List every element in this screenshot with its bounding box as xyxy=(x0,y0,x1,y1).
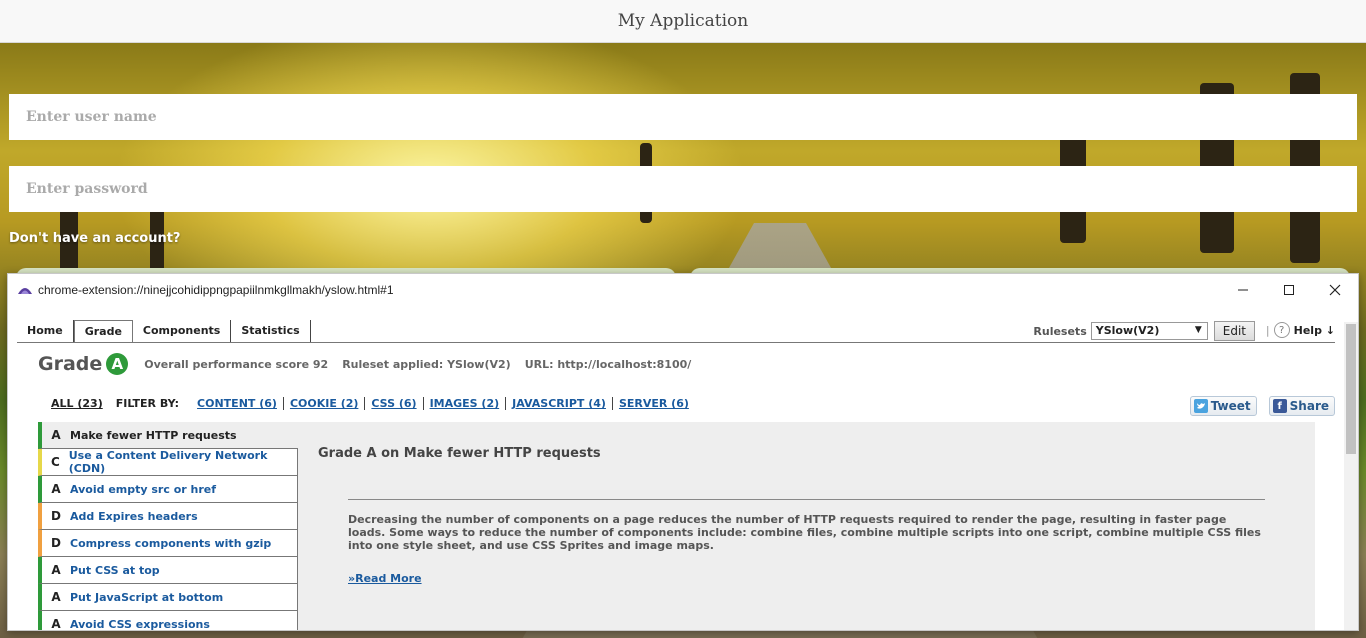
help-label: Help ↓ xyxy=(1293,323,1335,337)
filter-content[interactable]: CONTENT (6) xyxy=(191,397,284,410)
twitter-bird-icon xyxy=(1193,399,1208,413)
yslow-app-icon xyxy=(18,288,32,294)
detail-description: Decreasing the number of components on a… xyxy=(348,513,1261,552)
rule-item-cdn[interactable]: C Use a Content Delivery Network (CDN) xyxy=(38,449,298,476)
rulesets-label: Rulesets xyxy=(1033,324,1087,338)
rule-label: Avoid CSS expressions xyxy=(70,617,210,631)
maximize-button[interactable] xyxy=(1266,274,1312,306)
social-buttons: Tweet f Share xyxy=(1189,396,1335,416)
tab-statistics[interactable]: Statistics xyxy=(231,320,311,343)
rule-label: Compress components with gzip xyxy=(70,536,272,550)
yslow-tabs: Home Grade Components Statistics xyxy=(17,320,311,343)
tab-components[interactable]: Components xyxy=(132,320,232,343)
grade-summary: Grade A Overall performance score 92 Rul… xyxy=(38,353,705,375)
filter-css[interactable]: CSS (6) xyxy=(365,397,424,410)
filter-all[interactable]: ALL (23) xyxy=(51,397,103,410)
scrollbar-thumb[interactable] xyxy=(1346,324,1356,454)
yslow-panel: Home Grade Components Statistics Ruleset… xyxy=(17,314,1335,631)
share-label: Share xyxy=(1289,399,1329,413)
tweet-label: Tweet xyxy=(1210,399,1251,413)
rule-grade: C xyxy=(50,455,60,469)
rule-label: Add Expires headers xyxy=(70,509,198,523)
rule-grade: D xyxy=(51,536,61,550)
app-title: My Application xyxy=(617,11,749,31)
rule-item-gzip[interactable]: D Compress components with gzip xyxy=(38,530,298,557)
ruleset-value: YSlow(V2) xyxy=(1095,324,1160,337)
rule-item-css-expressions[interactable]: A Avoid CSS expressions xyxy=(38,611,298,631)
filter-javascript[interactable]: JAVASCRIPT (4) xyxy=(506,397,613,410)
dropdown-caret-icon: ▼ xyxy=(1194,325,1202,335)
rule-grade: A xyxy=(51,563,61,577)
rule-label: Make fewer HTTP requests xyxy=(70,428,237,442)
tab-home[interactable]: Home xyxy=(17,320,74,343)
username-input[interactable] xyxy=(9,94,1357,140)
window-url: chrome-extension://ninejjcohidippngpapii… xyxy=(38,283,394,297)
help-menu[interactable]: | ? Help ↓ xyxy=(1266,322,1335,338)
rule-item-expires-headers[interactable]: D Add Expires headers xyxy=(38,503,298,530)
app-header: My Application xyxy=(0,0,1366,43)
signup-link[interactable]: Don't have an account? xyxy=(9,231,180,246)
window-title-bar: chrome-extension://ninejjcohidippngpapii… xyxy=(8,274,1358,306)
grade-badge: A xyxy=(106,353,129,375)
edit-ruleset-button[interactable]: Edit xyxy=(1213,321,1255,341)
detail-title: Grade A on Make fewer HTTP requests xyxy=(318,446,601,461)
facebook-icon: f xyxy=(1272,399,1287,413)
rule-grade: A xyxy=(51,590,61,604)
rule-detail: Grade A on Make fewer HTTP requests Decr… xyxy=(318,446,1288,586)
filter-images[interactable]: IMAGES (2) xyxy=(424,397,507,410)
rule-label: Use a Content Delivery Network (CDN) xyxy=(68,449,268,475)
ruleset-select[interactable]: YSlow(V2) ▼ xyxy=(1090,322,1208,340)
rule-grade: A xyxy=(51,428,61,442)
share-button[interactable]: f Share xyxy=(1268,396,1335,416)
close-icon xyxy=(1329,284,1341,296)
vertical-scrollbar[interactable] xyxy=(1344,322,1358,630)
detail-divider xyxy=(348,499,1265,500)
minimize-icon xyxy=(1238,289,1248,291)
rule-item-empty-src[interactable]: A Avoid empty src or href xyxy=(38,476,298,503)
rule-item-fewer-http-requests[interactable]: A Make fewer HTTP requests xyxy=(38,422,298,449)
yslow-popup-window: chrome-extension://ninejjcohidippngpapii… xyxy=(7,273,1359,631)
tab-grade[interactable]: Grade xyxy=(73,320,133,343)
rule-item-css-top[interactable]: A Put CSS at top xyxy=(38,557,298,584)
filter-cookie[interactable]: COOKIE (2) xyxy=(284,397,366,410)
close-button[interactable] xyxy=(1312,274,1358,306)
maximize-icon xyxy=(1284,285,1294,295)
rule-label: Avoid empty src or href xyxy=(70,482,217,496)
rule-label: Put CSS at top xyxy=(70,563,160,577)
rule-label: Put JavaScript at bottom xyxy=(70,590,224,604)
rule-grade: D xyxy=(51,509,61,523)
password-input[interactable] xyxy=(9,166,1357,212)
page-url: URL: http://localhost:8100/ xyxy=(524,357,692,371)
ruleset-controls: Rulesets YSlow(V2) ▼ Edit xyxy=(1033,321,1255,341)
read-more-link[interactable]: »Read More xyxy=(348,572,422,585)
help-icon: ? xyxy=(1273,322,1290,338)
filter-bar: ALL (23) FILTER BY: CONTENT (6) COOKIE (… xyxy=(51,397,695,410)
rule-grade: A xyxy=(51,482,61,496)
rule-item-js-bottom[interactable]: A Put JavaScript at bottom xyxy=(38,584,298,611)
filter-by-label: FILTER BY: xyxy=(115,397,180,410)
ruleset-applied: Ruleset applied: YSlow(V2) xyxy=(342,357,511,371)
minimize-button[interactable] xyxy=(1220,274,1266,306)
performance-score: Overall performance score 92 xyxy=(144,357,329,371)
help-separator: | xyxy=(1265,323,1270,337)
rule-list: A Make fewer HTTP requests C Use a Conte… xyxy=(38,422,298,631)
tab-divider xyxy=(17,342,1335,343)
rule-grade: A xyxy=(51,617,61,631)
tweet-button[interactable]: Tweet xyxy=(1189,396,1257,416)
filter-server[interactable]: SERVER (6) xyxy=(613,397,695,410)
grade-results: A Make fewer HTTP requests C Use a Conte… xyxy=(38,422,1315,631)
grade-heading: Grade xyxy=(38,353,103,375)
